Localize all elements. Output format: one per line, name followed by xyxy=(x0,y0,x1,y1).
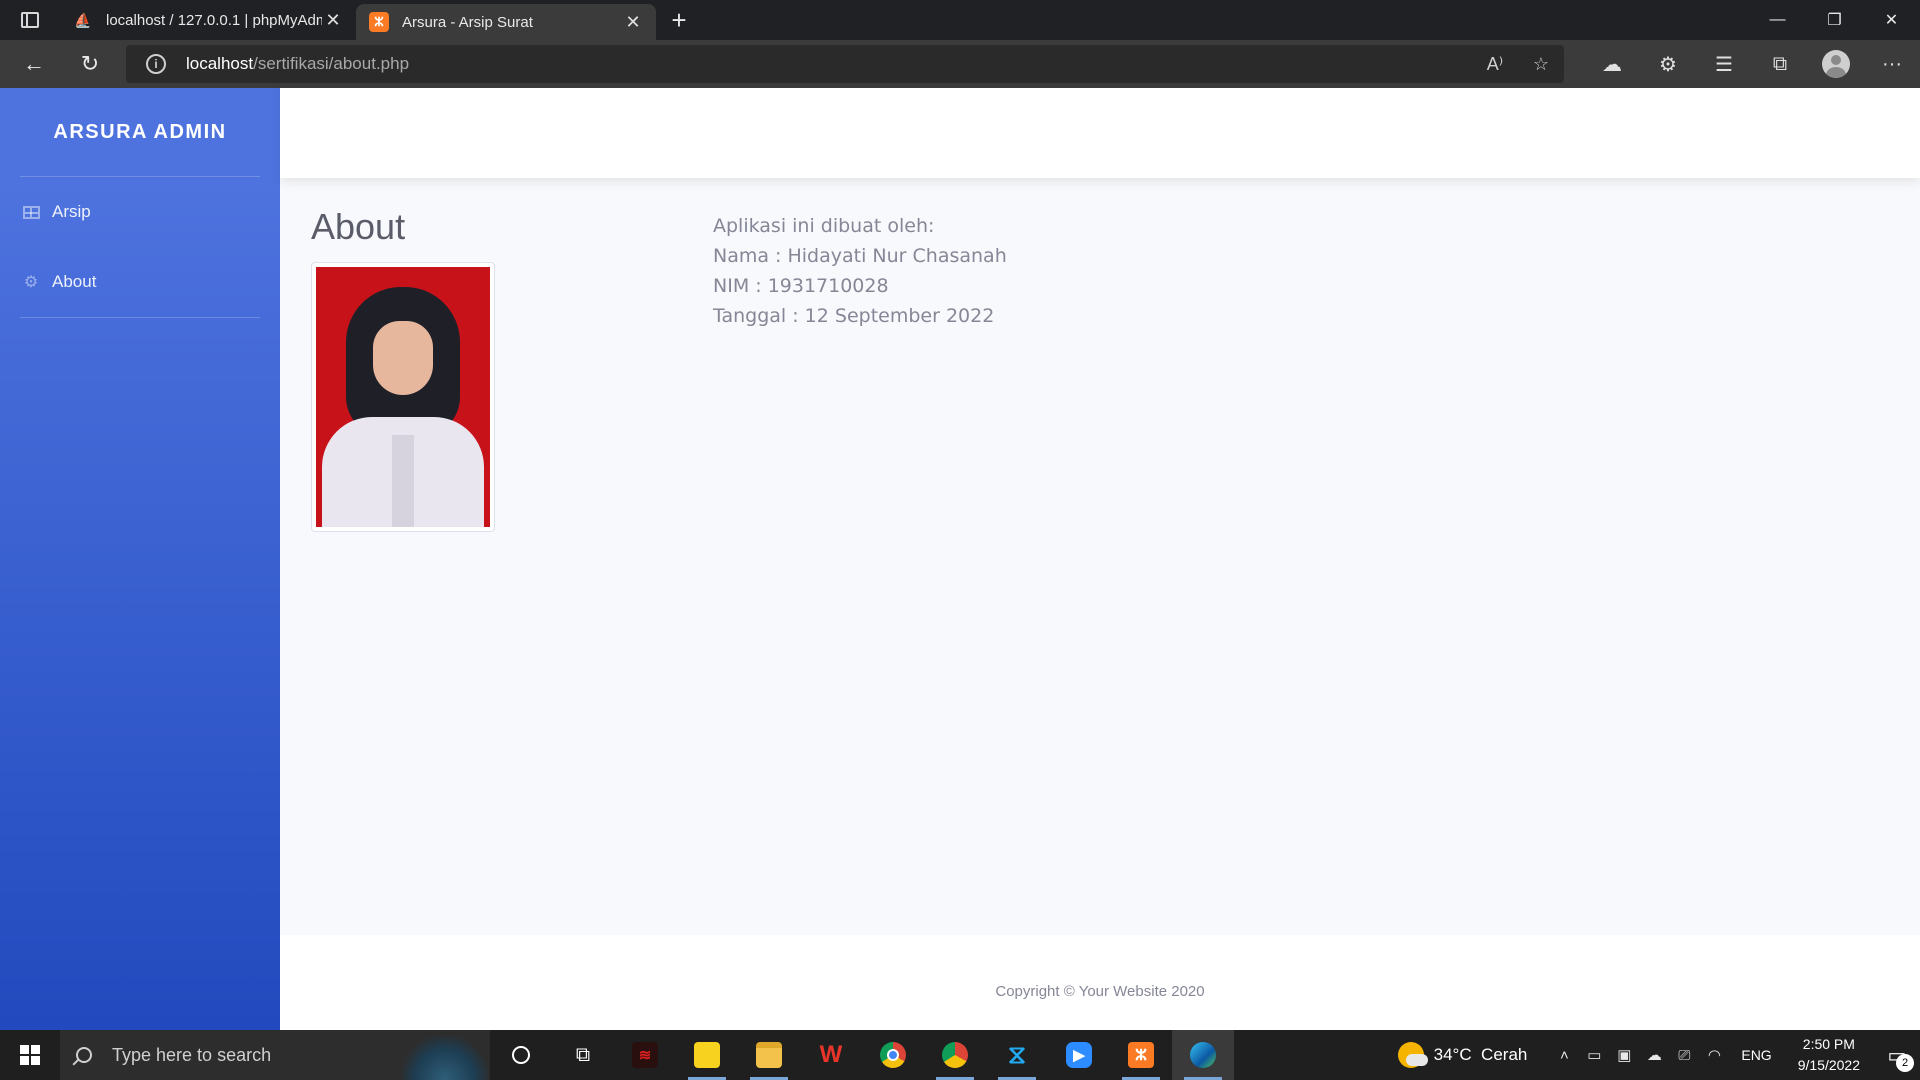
chevron-up-icon[interactable]: ˄ xyxy=(1549,1047,1579,1064)
extension-cloud-icon[interactable]: ☁ xyxy=(1584,52,1640,77)
clock-time: 2:50 PM xyxy=(1802,1036,1855,1052)
notification-center-button[interactable]: ▭ 2 xyxy=(1874,1043,1920,1072)
info-intro: Aplikasi ini dibuat oleh: xyxy=(713,215,935,237)
tab-title: localhost / 127.0.0.1 | phpMyAdmin xyxy=(106,11,322,29)
new-tab-button[interactable]: + xyxy=(656,5,702,36)
edge-icon[interactable] xyxy=(1172,1030,1234,1080)
favorites-icon[interactable]: ☰ xyxy=(1696,52,1752,77)
clock-date: 9/15/2022 xyxy=(1797,1057,1860,1073)
main-content: About Aplikasi ini dibuat oleh: Nama : H… xyxy=(280,178,1920,935)
language-indicator[interactable]: ENG xyxy=(1741,1047,1771,1063)
sticky-notes-icon[interactable] xyxy=(676,1030,738,1080)
close-tab-icon[interactable]: ✕ xyxy=(322,10,344,31)
read-aloud-icon[interactable]: A⁾ xyxy=(1472,54,1518,75)
vscode-icon[interactable]: ⧖ xyxy=(986,1030,1048,1080)
add-favorite-icon[interactable]: ☆ xyxy=(1518,54,1564,75)
extensions-icon[interactable]: ⚙ xyxy=(1640,52,1696,77)
taskbar: Type here to search ⧉ ≋ W ⧖ ▶ ⵣ 34°C Cer… xyxy=(0,1030,1920,1080)
wifi-icon[interactable]: ◠ xyxy=(1699,1046,1729,1064)
author-info: Aplikasi ini dibuat oleh: Nama : Hidayat… xyxy=(713,211,1007,331)
file-explorer-icon[interactable] xyxy=(738,1030,800,1080)
xampp-icon: ⵣ xyxy=(368,11,390,33)
url-text[interactable]: localhost/sertifikasi/about.php xyxy=(186,54,409,74)
meet-now-icon[interactable]: ▣ xyxy=(1609,1046,1639,1064)
battery-icon[interactable]: ▭ xyxy=(1579,1046,1609,1064)
address-bar[interactable]: i localhost/sertifikasi/about.php A⁾ ☆ xyxy=(126,45,1564,83)
display-icon[interactable]: ⎚ xyxy=(1669,1047,1699,1064)
browser-toolbar: ← ↻ i localhost/sertifikasi/about.php A⁾… xyxy=(0,40,1920,88)
search-highlight-image xyxy=(402,1036,488,1080)
clock[interactable]: 2:50 PM 9/15/2022 xyxy=(1798,1034,1860,1076)
table-icon xyxy=(22,203,40,221)
sidebar-divider xyxy=(20,317,260,318)
app-icon-game[interactable]: ≋ xyxy=(614,1030,676,1080)
back-button[interactable]: ← xyxy=(6,40,62,88)
windows-icon xyxy=(20,1045,40,1065)
collections-icon[interactable]: ⧉ xyxy=(1752,53,1808,76)
topbar xyxy=(280,88,1920,178)
sidebar: ARSURA ADMIN Arsip ⚙ About xyxy=(0,88,280,1030)
sidebar-brand[interactable]: ARSURA ADMIN xyxy=(0,88,280,176)
tab-actions-icon xyxy=(21,12,39,28)
search-placeholder: Type here to search xyxy=(112,1044,272,1065)
close-window-button[interactable]: ✕ xyxy=(1863,0,1920,40)
xampp-taskbar-icon[interactable]: ⵣ xyxy=(1110,1030,1172,1080)
sidebar-item-about[interactable]: ⚙ About xyxy=(0,247,280,317)
taskbar-search[interactable]: Type here to search xyxy=(60,1030,490,1080)
search-icon xyxy=(76,1047,92,1063)
more-menu-icon[interactable]: ··· xyxy=(1864,53,1920,76)
sidebar-item-arsip[interactable]: Arsip xyxy=(0,177,280,247)
cortana-button[interactable] xyxy=(490,1030,552,1080)
info-nim: NIM : 1931710028 xyxy=(713,275,889,297)
onedrive-icon[interactable]: ☁ xyxy=(1639,1046,1669,1064)
restore-button[interactable]: ❐ xyxy=(1806,0,1863,40)
info-name: Nama : Hidayati Nur Chasanah xyxy=(713,245,1007,267)
minimize-button[interactable]: ― xyxy=(1749,0,1806,40)
phpmyadmin-icon: ⛵ xyxy=(74,11,92,28)
site-info-icon[interactable]: i xyxy=(146,54,166,74)
sidebar-item-label: Arsip xyxy=(52,202,91,221)
notification-badge: 2 xyxy=(1896,1053,1914,1072)
task-view-button[interactable]: ⧉ xyxy=(552,1030,614,1080)
zoom-icon[interactable]: ▶ xyxy=(1048,1030,1110,1080)
gear-icon: ⚙ xyxy=(23,274,39,291)
page-title: About xyxy=(311,206,406,247)
start-button[interactable] xyxy=(0,1030,60,1080)
tab-title: Arsura - Arsip Surat xyxy=(402,13,533,31)
profile-photo xyxy=(311,262,495,532)
system-tray: 34°C Cerah ˄ ▭ ▣ ☁ ⎚ ◠ ENG 2:50 PM 9/15/… xyxy=(1397,1030,1920,1080)
chrome-icon[interactable] xyxy=(862,1030,924,1080)
profile-avatar[interactable] xyxy=(1808,50,1864,78)
info-date: Tanggal : 12 September 2022 xyxy=(713,305,995,327)
weather-widget[interactable]: 34°C Cerah xyxy=(1397,1042,1528,1068)
footer: Copyright © Your Website 2020 xyxy=(280,935,1920,1030)
weather-text: 34°C Cerah xyxy=(1433,1045,1528,1064)
sidebar-item-label: About xyxy=(52,272,97,291)
refresh-button[interactable]: ↻ xyxy=(62,40,118,88)
chrome-profile-icon[interactable] xyxy=(924,1030,986,1080)
tab-arsura[interactable]: ⵣ Arsura - Arsip Surat ✕ xyxy=(356,4,656,40)
weather-sun-icon xyxy=(1397,1042,1428,1068)
wps-office-icon[interactable]: W xyxy=(800,1030,862,1080)
close-tab-icon[interactable]: ✕ xyxy=(622,12,644,33)
tab-phpmyadmin[interactable]: ⛵ localhost / 127.0.0.1 | phpMyAdmin ✕ xyxy=(60,0,356,40)
browser-tab-bar: ⛵ localhost / 127.0.0.1 | phpMyAdmin ✕ ⵣ… xyxy=(0,0,1920,40)
copyright-text: Copyright © Your Website 2020 xyxy=(995,983,1205,1000)
tab-actions-button[interactable] xyxy=(0,0,60,40)
